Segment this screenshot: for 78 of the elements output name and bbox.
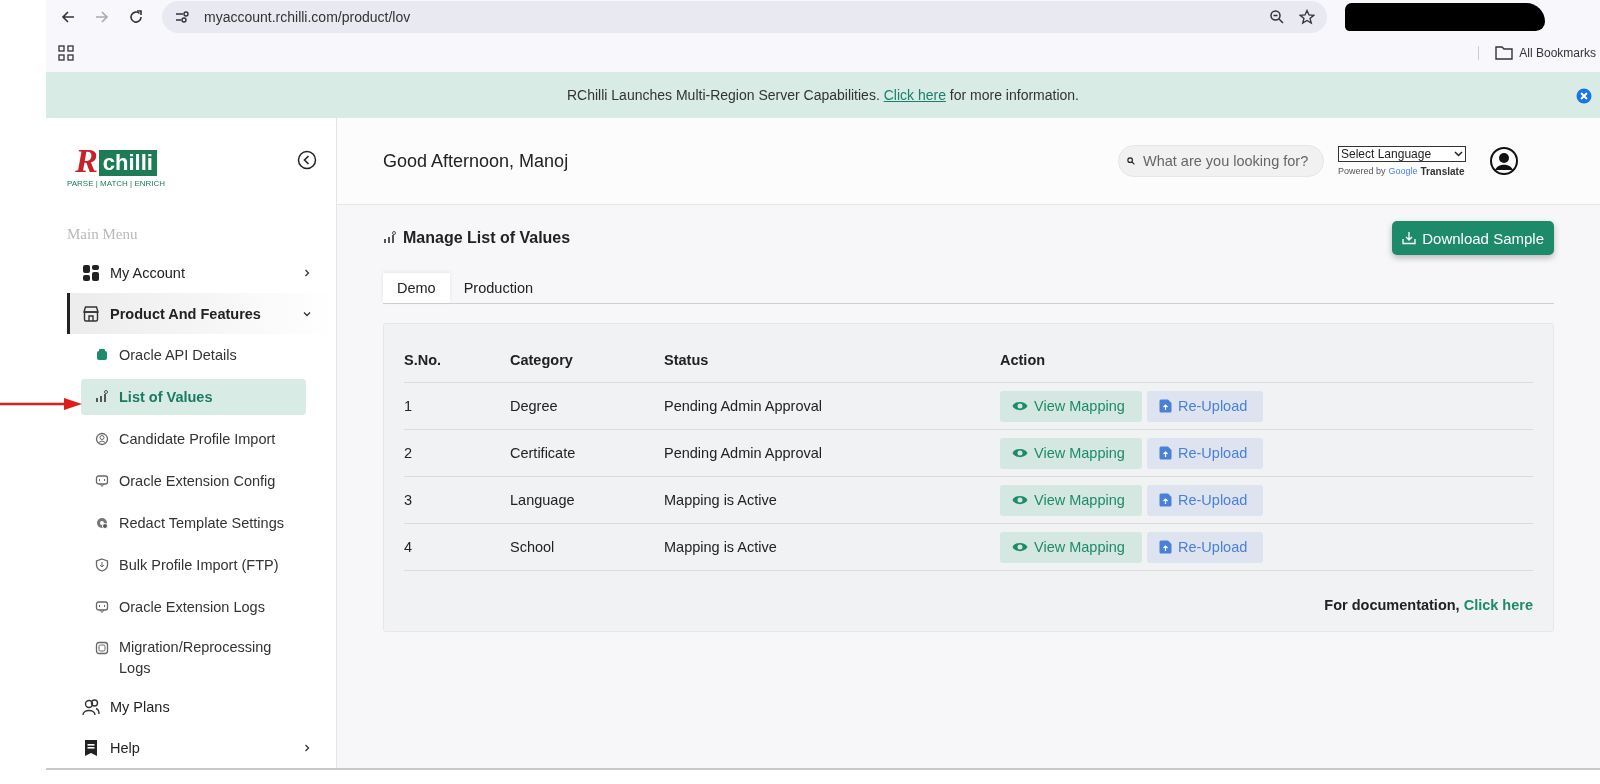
eye-icon	[1012, 400, 1028, 412]
book-icon	[82, 738, 100, 757]
clipboard-icon	[95, 348, 109, 363]
powered-by-text: Powered by	[1338, 166, 1386, 176]
rchilli-logo: R chilli PARSE | MATCH | ENRICH	[67, 146, 166, 188]
square-icon	[95, 641, 109, 656]
bar-chart-icon	[95, 390, 109, 405]
bookmarks-link[interactable]: All Bookmarks	[1519, 46, 1596, 60]
tab[interactable]: Production	[449, 273, 547, 303]
apps-grid-icon[interactable]	[58, 45, 74, 61]
table-cell-text: Mapping is Active	[664, 539, 778, 555]
gear-icon	[95, 516, 109, 531]
users-icon	[82, 697, 100, 716]
greeting: Good Afternoon, Manoj	[383, 150, 570, 172]
eye-icon	[1012, 447, 1028, 459]
column-header: Category	[510, 352, 574, 368]
page-title: Manage List of Values	[403, 229, 571, 247]
grid-icon	[82, 263, 100, 282]
sidebar-subitem[interactable]: Candidate Profile Import	[81, 421, 306, 458]
banner-link[interactable]: Click here	[883, 87, 946, 103]
eye-icon	[1012, 494, 1028, 506]
column-header: S.No.	[404, 352, 443, 368]
address-bar[interactable]: myaccount.rchilli.com/product/lov	[162, 1, 1327, 33]
code-bubble-icon	[95, 474, 109, 489]
folder-icon	[1495, 46, 1514, 60]
download-sample-button[interactable]: Download Sample	[1392, 221, 1554, 255]
sidebar-subitem[interactable]: Redact Template Settings	[81, 505, 306, 542]
store-icon	[82, 304, 100, 323]
user-circle-icon	[95, 432, 109, 447]
sidebar-subitem[interactable]: Bulk Profile Import (FTP)	[81, 547, 306, 584]
sidebar-subitem[interactable]: Migration/Reprocessing Logs	[81, 631, 306, 684]
upload-file-icon	[1159, 399, 1172, 413]
section-label: Main Menu	[67, 224, 139, 244]
reload-icon[interactable]	[128, 9, 144, 25]
sidebar-subitem[interactable]: List of Values	[81, 379, 306, 416]
tab[interactable]: Demo	[383, 273, 450, 303]
table-cell-text: Degree	[510, 398, 559, 414]
sidebar-item[interactable]: My Plans	[67, 686, 336, 728]
sidebar-subitem[interactable]: Oracle API Details	[81, 337, 306, 374]
avatar-icon[interactable]	[1490, 147, 1518, 175]
table-cell-text: Pending Admin Approval	[664, 445, 823, 461]
site-settings-icon[interactable]	[174, 9, 190, 25]
back-icon[interactable]	[60, 9, 76, 25]
announcement-text: RChilli Launches Multi-Region Server Capabilities. Click here for more information.	[567, 87, 1079, 103]
documentation-link[interactable]: Click here	[1463, 597, 1533, 613]
table-cell-text: 4	[404, 539, 414, 555]
upload-file-icon	[1159, 540, 1172, 554]
table-cell-text: Pending Admin Approval	[664, 398, 823, 414]
shield-icon	[95, 558, 109, 573]
eye-icon	[1012, 541, 1028, 553]
download-icon	[1402, 231, 1417, 245]
table-cell-text: Mapping is Active	[664, 492, 778, 508]
language-select[interactable]: Select Language	[1338, 145, 1466, 162]
search-field[interactable]: What are you looking for?	[1118, 145, 1324, 177]
table-cell-text: Certificate	[510, 445, 577, 461]
sidebar-subitem[interactable]: Oracle Extension Config	[81, 463, 306, 500]
google-text: Google	[1388, 166, 1418, 176]
column-header: Status	[664, 352, 710, 368]
sidebar-item[interactable]: My Account	[67, 252, 336, 294]
upload-file-icon	[1159, 446, 1172, 460]
bar-chart-icon	[383, 231, 397, 245]
table-cell-text: Language	[510, 492, 576, 508]
table-cell-text: 1	[404, 398, 414, 414]
close-icon[interactable]	[1576, 88, 1592, 104]
zoom-icon[interactable]	[1269, 9, 1285, 25]
documentation-text: For documentation, Click here	[1324, 597, 1533, 613]
table-cell-text: School	[510, 539, 556, 555]
table-cell-text: 2	[404, 445, 414, 461]
sidebar-subitem[interactable]: Oracle Extension Logs	[81, 589, 306, 626]
translate-text: Translate	[1420, 165, 1465, 177]
column-header: Action	[1000, 352, 1047, 368]
upload-file-icon	[1159, 493, 1172, 507]
dropdown-caret-icon	[1454, 150, 1463, 157]
star-icon[interactable]	[1299, 9, 1315, 25]
code-bubble-icon	[95, 600, 109, 615]
sidebar-item[interactable]: Help	[67, 727, 336, 768]
collapse-icon[interactable]	[297, 150, 317, 170]
table-cell-text: 3	[404, 492, 414, 508]
